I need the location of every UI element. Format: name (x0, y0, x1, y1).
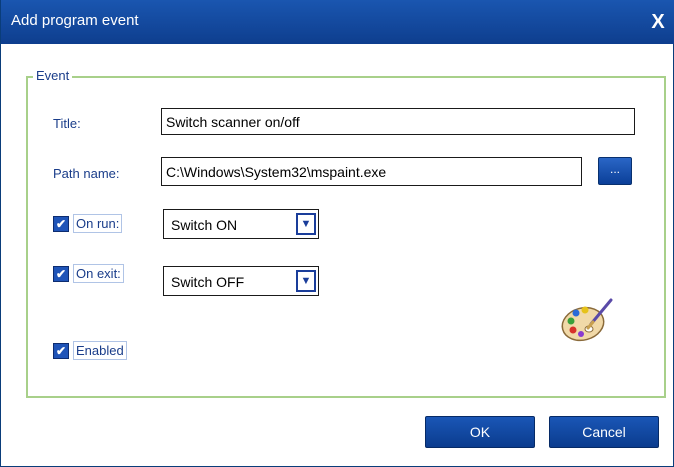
on-run-selected-value: Switch ON (171, 217, 238, 233)
path-name-input[interactable] (161, 157, 582, 186)
title-input[interactable] (161, 108, 635, 135)
title-bar[interactable]: Add program event X (1, 0, 674, 44)
dialog-window: Add program event X Event Title: Path na… (0, 0, 674, 467)
checkmark-icon: ✔ (55, 216, 67, 231)
browse-button[interactable]: ... (598, 157, 632, 185)
ok-button[interactable]: OK (425, 416, 535, 448)
cancel-button[interactable]: Cancel (549, 416, 659, 448)
close-icon[interactable]: X (645, 8, 671, 36)
on-exit-checkbox[interactable]: ✔ (53, 265, 69, 282)
chevron-down-icon[interactable]: ▼ (296, 213, 316, 235)
on-exit-select[interactable]: Switch OFF ▼ (163, 266, 319, 296)
on-run-label[interactable]: On run: (73, 214, 123, 233)
enabled-checkbox[interactable]: ✔ (53, 342, 69, 359)
chevron-down-icon[interactable]: ▼ (296, 270, 316, 292)
on-exit-checkbox-row[interactable]: ✔ On exit: (53, 264, 124, 283)
checkmark-icon: ✔ (55, 266, 67, 281)
checkmark-icon: ✔ (55, 343, 67, 358)
on-run-checkbox[interactable]: ✔ (53, 215, 69, 232)
window-title: Add program event (11, 12, 139, 29)
enabled-checkbox-row[interactable]: ✔ Enabled (53, 341, 127, 360)
paint-palette-icon (561, 298, 613, 342)
enabled-label[interactable]: Enabled (73, 341, 127, 360)
on-exit-label[interactable]: On exit: (73, 264, 124, 283)
path-name-label: Path name: (53, 166, 120, 181)
event-group-legend: Event (33, 68, 73, 83)
on-run-select[interactable]: Switch ON ▼ (163, 209, 319, 239)
on-exit-selected-value: Switch OFF (171, 274, 245, 290)
title-label: Title: (53, 116, 81, 131)
on-run-checkbox-row[interactable]: ✔ On run: (53, 214, 123, 233)
